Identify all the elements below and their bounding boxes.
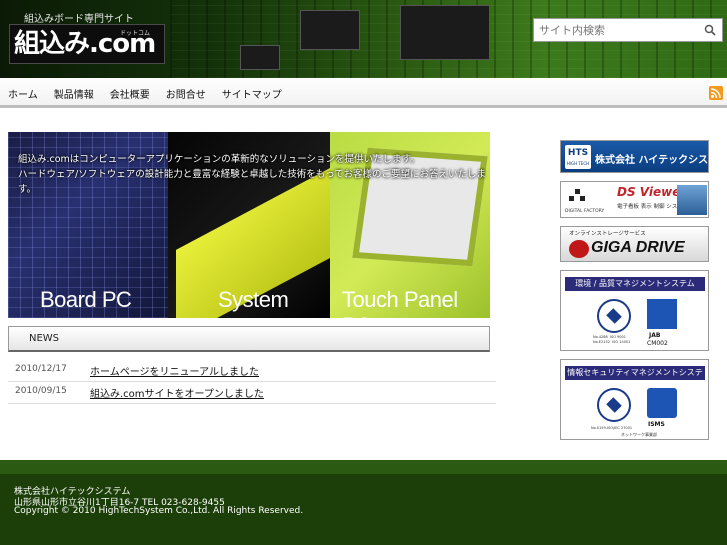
isms-title: 情報セキュリティマネジメントシステム: [565, 366, 705, 391]
news-item: 2010/12/17 ホームページをリニューアルしました: [8, 360, 496, 382]
search-input[interactable]: [534, 19, 699, 42]
product-label-system: System: [218, 287, 289, 312]
site-header: 組込みボード専門サイト 組込み.com ドットコム: [0, 0, 727, 78]
isms-department: ネットワーク事業部: [621, 432, 657, 437]
header-chip-decoration: [300, 10, 360, 50]
banner-hightech-system[interactable]: HTS HIGH TECH 株式会社 ハイテックシステム: [560, 140, 709, 173]
nav-item-products[interactable]: 製品情報: [54, 86, 94, 101]
isms-numbers: No.0159-ISO/IEC 27001: [591, 426, 633, 430]
product-label-touch-panel: Touch Panel PC: [342, 287, 458, 318]
news-date: 2010/12/17: [15, 364, 67, 374]
main-nav: ホーム 製品情報 会社概要 お問合せ サイトマップ: [0, 78, 727, 108]
hero-banner[interactable]: 組込み.comはコンピューターアプリケーションの革新的なソリューションを提供いた…: [8, 132, 490, 318]
dsviewer-name: DS Viewer: [617, 185, 687, 199]
iso-numbers: No.4286 ISO 9001 No.E2152 ISO 14001: [593, 335, 631, 344]
gigadrive-tagline: オンラインストレージサービス: [569, 231, 646, 237]
hero-copy-line: 組込み.comはコンピューターアプリケーションの革新的なソリューションを提供いた…: [18, 154, 420, 165]
search-icon[interactable]: [703, 23, 717, 37]
quality-assurance-seal-icon: [597, 299, 631, 333]
banner-dsviewer[interactable]: DIGITAL FACTORY DS Viewer 電子看板 表示 制御 システ…: [560, 181, 709, 218]
iso-title: 環境 / 品質マネジメントシステム: [565, 277, 705, 291]
gigadrive-swirl-icon: [569, 240, 589, 258]
news-heading: NEWS: [29, 333, 60, 344]
footer-copyright: Copyright © 2010 HighTechSystem Co.,Ltd.…: [14, 506, 304, 516]
news-item: 2010/09/15 組込み.comサイトをオープンしました: [8, 382, 496, 404]
dsviewer-screens-image: [677, 185, 707, 215]
news-date: 2010/09/15: [15, 386, 67, 396]
search-box: [533, 18, 723, 42]
news-heading-bar: NEWS: [8, 326, 490, 352]
nav-item-sitemap[interactable]: サイトマップ: [222, 86, 282, 101]
site-logo-ruby: ドットコム: [120, 30, 151, 37]
news-link[interactable]: 組込み.comサイトをオープンしました: [90, 385, 264, 400]
rss-icon[interactable]: [709, 86, 723, 100]
jab-ms-logo-icon: [647, 299, 677, 329]
banner-isms-certification[interactable]: 情報セキュリティマネジメントシステム ISMS No.0159-ISO/IEC …: [560, 359, 709, 440]
hero-copy: 組込み.comはコンピューターアプリケーションの革新的なソリューションを提供いた…: [18, 152, 490, 197]
nav-item-contact[interactable]: お問合せ: [166, 86, 206, 101]
header-chip-decoration: [240, 45, 280, 70]
banner-gigadrive[interactable]: オンラインストレージサービス GIGA DRIVE: [560, 226, 709, 262]
hero-copy-line: ハードウェア/ソフトウェアの設計能力と豊富な経験と卓越した技術をもってお客様のご…: [18, 169, 486, 195]
hightech-logo-icon: HTS HIGH TECH: [565, 145, 591, 169]
digital-factory-icon: [567, 187, 587, 207]
hightech-name: 株式会社 ハイテックシステム: [595, 155, 709, 166]
quality-assurance-seal-icon: [597, 388, 631, 422]
banner-iso-certification[interactable]: 環境 / 品質マネジメントシステム JAB CM002 No.4286 ISO …: [560, 270, 709, 351]
site-footer: 株式会社ハイテックシステム 山形県山形市立谷川1丁目16-7 TEL 023-6…: [0, 460, 727, 545]
product-label-board-pc: Board PC: [40, 287, 132, 312]
header-chip-decoration: [400, 5, 490, 60]
site-tagline: 組込みボード専門サイト: [24, 14, 134, 25]
gigadrive-name: GIGA DRIVE: [591, 239, 685, 256]
news-link[interactable]: ホームページをリニューアルしました: [90, 363, 259, 378]
isms-logo-icon: [647, 388, 677, 418]
nav-item-home[interactable]: ホーム: [8, 86, 38, 101]
nav-item-company[interactable]: 会社概要: [110, 86, 150, 101]
